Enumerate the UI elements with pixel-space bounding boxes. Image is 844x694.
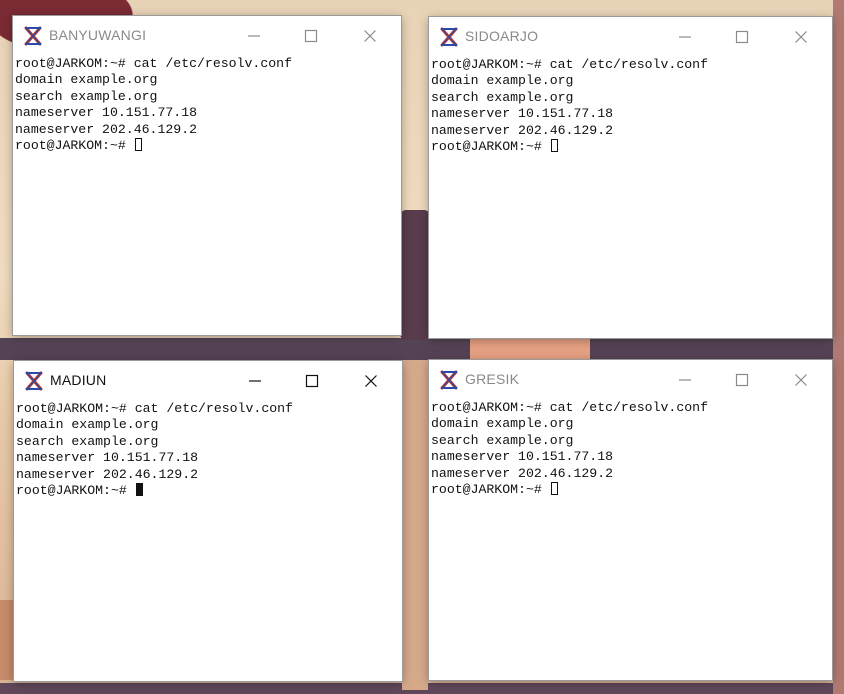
minimize-button[interactable] — [239, 22, 269, 50]
terminal-line: nameserver 10.151.77.18 — [16, 450, 199, 466]
prompt: root@JARKOM:~# — [431, 138, 550, 154]
text-cursor — [550, 138, 558, 152]
terminal-line: domain example.org — [16, 417, 159, 433]
terminal-output[interactable]: root@JARKOM:~# cat /etc/resolv.conf domai… — [15, 56, 401, 154]
title-bar[interactable]: GRESIK — [429, 360, 832, 400]
close-icon — [795, 31, 807, 43]
terminal-line: nameserver 202.46.129.2 — [15, 121, 198, 137]
terminal-line: root@JARKOM:~# cat /etc/resolv.conf — [431, 57, 708, 72]
wallpaper-shape — [0, 600, 14, 680]
terminal-prompt-line[interactable]: root@JARKOM:~# — [431, 481, 832, 498]
terminal-output[interactable]: root@JARKOM:~# cat /etc/resolv.conf domai… — [431, 57, 832, 155]
terminal-line: nameserver 10.151.77.18 — [15, 105, 198, 121]
minimize-icon — [249, 380, 261, 382]
minimize-button[interactable] — [670, 23, 700, 51]
xterm-icon — [23, 26, 43, 46]
terminal-output[interactable]: root@JARKOM:~# cat /etc/resolv.conf domai… — [431, 400, 832, 498]
terminal-line: root@JARKOM:~# cat /etc/resolv.conf — [15, 56, 292, 71]
maximize-icon — [305, 374, 319, 388]
maximize-button[interactable] — [727, 366, 757, 394]
terminal-line: nameserver 10.151.77.18 — [431, 449, 614, 465]
text-cursor — [134, 137, 142, 151]
close-icon — [364, 30, 376, 42]
window-title: BANYUWANGI — [49, 27, 147, 43]
xterm-icon — [439, 370, 459, 390]
prompt: root@JARKOM:~# — [431, 481, 550, 497]
xterm-icon — [439, 27, 459, 47]
terminal-line: nameserver 10.151.77.18 — [431, 106, 614, 122]
maximize-button[interactable] — [727, 23, 757, 51]
terminal-line: search example.org — [15, 88, 158, 104]
close-button[interactable] — [786, 366, 816, 394]
terminal-output[interactable]: root@JARKOM:~# cat /etc/resolv.conf domai… — [16, 401, 402, 499]
close-button[interactable] — [356, 367, 386, 395]
maximize-button[interactable] — [296, 22, 326, 50]
terminal-window-gresik[interactable]: GRESIK root@JARKOM:~# cat /etc/resolv.con… — [429, 360, 832, 680]
terminal-prompt-line[interactable]: root@JARKOM:~# — [16, 482, 402, 499]
title-bar[interactable]: MADIUN — [14, 361, 402, 401]
terminal-line: domain example.org — [431, 416, 574, 432]
close-icon — [795, 374, 807, 386]
terminal-line: nameserver 202.46.129.2 — [431, 122, 614, 138]
terminal-line: domain example.org — [431, 73, 574, 89]
terminal-window-banyuwangi[interactable]: BANYUWANGI root@JARKOM:~# cat /etc/resolv… — [13, 16, 401, 335]
minimize-button[interactable] — [240, 367, 270, 395]
xterm-icon — [24, 371, 44, 391]
maximize-icon — [735, 30, 749, 44]
wallpaper-shape — [402, 360, 428, 690]
maximize-icon — [735, 373, 749, 387]
close-button[interactable] — [355, 22, 385, 50]
window-title: SIDOARJO — [465, 28, 539, 44]
terminal-window-sidoarjo[interactable]: SIDOARJO root@JARKOM:~# cat /etc/resolv.c… — [429, 17, 832, 338]
prompt: root@JARKOM:~# — [15, 137, 134, 153]
close-button[interactable] — [786, 23, 816, 51]
terminal-line: nameserver 202.46.129.2 — [431, 465, 614, 481]
wallpaper-shape — [833, 0, 844, 694]
terminal-prompt-line[interactable]: root@JARKOM:~# — [431, 138, 832, 155]
terminal-line: search example.org — [431, 432, 574, 448]
maximize-button[interactable] — [297, 367, 327, 395]
terminal-line: search example.org — [16, 433, 159, 449]
terminal-line: root@JARKOM:~# cat /etc/resolv.conf — [431, 400, 708, 415]
wallpaper-shape — [470, 338, 590, 360]
terminal-line: root@JARKOM:~# cat /etc/resolv.conf — [16, 401, 293, 416]
terminal-prompt-line[interactable]: root@JARKOM:~# — [15, 137, 401, 154]
text-cursor — [550, 481, 558, 495]
close-icon — [365, 375, 377, 387]
wallpaper-band — [0, 338, 844, 360]
prompt: root@JARKOM:~# — [16, 482, 135, 498]
title-bar[interactable]: BANYUWANGI — [13, 16, 401, 56]
minimize-icon — [679, 379, 691, 381]
title-bar[interactable]: SIDOARJO — [429, 17, 832, 57]
terminal-window-madiun[interactable]: MADIUN root@JARKOM:~# cat /etc/resolv.con… — [14, 361, 402, 681]
minimize-icon — [679, 36, 691, 38]
text-cursor — [135, 482, 143, 496]
window-title: MADIUN — [50, 372, 107, 388]
terminal-line: search example.org — [431, 89, 574, 105]
terminal-line: nameserver 202.46.129.2 — [16, 466, 199, 482]
window-title: GRESIK — [465, 371, 520, 387]
maximize-icon — [304, 29, 318, 43]
minimize-icon — [248, 35, 260, 37]
minimize-button[interactable] — [670, 366, 700, 394]
wallpaper-shape — [400, 210, 430, 340]
terminal-line: domain example.org — [15, 72, 158, 88]
